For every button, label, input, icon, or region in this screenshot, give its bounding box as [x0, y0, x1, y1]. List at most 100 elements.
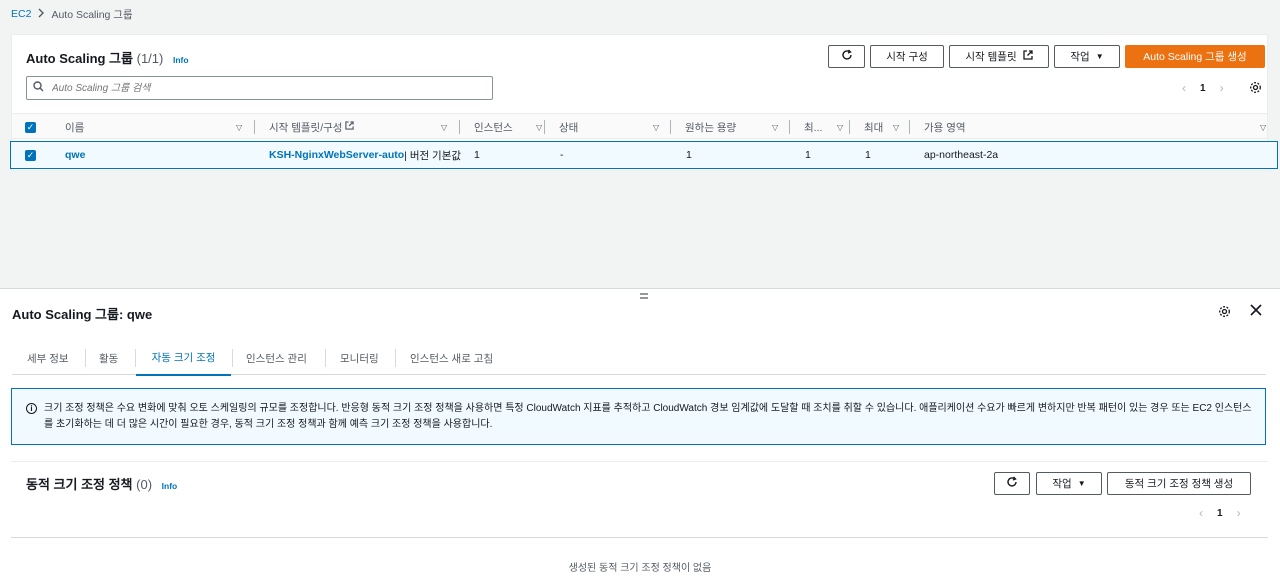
policies-actions-button[interactable]: 작업 ▼ — [1036, 472, 1102, 495]
panel-title: Auto Scaling 그룹 (1/1) Info — [26, 48, 189, 67]
cell-az: ap-northeast-2a — [924, 149, 999, 161]
column-divider — [849, 120, 850, 134]
row-checkbox[interactable]: ✓ — [25, 142, 36, 168]
next-page-icon[interactable]: › — [1220, 81, 1224, 95]
column-divider — [459, 120, 460, 134]
policies-actions-label: 작업 — [1052, 478, 1072, 490]
caret-down-icon: ▼ — [1077, 479, 1086, 488]
launch-configuration-label: 시작 구성 — [886, 51, 928, 63]
search-icon — [33, 81, 44, 95]
column-name-label: 이름 — [65, 121, 85, 134]
empty-state-text: 생성된 동적 크기 조정 정책이 없음 — [568, 563, 712, 574]
info-alert: i 크기 조정 정책은 수요 변화에 맞춰 오토 스케일링의 규모를 조정합니다… — [11, 388, 1266, 445]
launch-template-label: 시작 템플릿 — [965, 51, 1017, 63]
detail-title: Auto Scaling 그룹: qwe — [12, 307, 153, 322]
column-status-label: 상태 — [559, 121, 579, 134]
launch-template-link[interactable]: KSH-NginxWebServer-auto — [269, 149, 404, 161]
caret-down-icon: ▼ — [1095, 52, 1104, 61]
column-az-label: 가용 영역 — [924, 121, 966, 134]
cell-status: - — [560, 149, 564, 161]
sort-icon: ▽ — [236, 122, 243, 132]
column-divider — [789, 120, 790, 134]
sort-icon: ▽ — [536, 122, 543, 132]
group-name-link[interactable]: qwe — [65, 149, 85, 161]
info-link[interactable]: Info — [173, 55, 189, 65]
column-divider — [254, 120, 255, 134]
checkbox-icon: ✓ — [25, 121, 36, 133]
column-instances-label: 인스턴스 — [474, 121, 513, 134]
tab-instance-management[interactable]: 인스턴스 관리 — [246, 341, 307, 375]
column-divider — [544, 120, 545, 134]
tab-divider — [232, 349, 233, 367]
tab-automatic-scaling[interactable]: 자동 크기 조정 — [136, 341, 231, 376]
column-desired-capacity[interactable]: 원하는 용량 ▽ — [685, 114, 795, 140]
prev-page-icon[interactable]: ‹ — [1199, 506, 1203, 520]
actions-label: 작업 — [1070, 51, 1090, 63]
create-dynamic-scaling-policy-button[interactable]: 동적 크기 조정 정책 생성 — [1107, 472, 1251, 495]
cell-desired: 1 — [686, 149, 692, 161]
column-min[interactable]: 최... ▽ — [804, 114, 849, 140]
tab-details[interactable]: 세부 정보 — [27, 341, 69, 375]
create-label: Auto Scaling 그룹 생성 — [1143, 51, 1247, 63]
chevron-right-icon — [37, 8, 45, 21]
refresh-button[interactable] — [994, 472, 1030, 495]
info-link[interactable]: Info — [162, 481, 178, 491]
column-name[interactable]: 이름 ▽ — [65, 114, 245, 140]
sort-icon: ▽ — [653, 122, 660, 132]
page-number[interactable]: 1 — [1200, 83, 1206, 94]
policies-title-text: 동적 크기 조정 정책 — [26, 477, 133, 492]
external-link-icon — [1022, 50, 1033, 63]
column-divider — [909, 120, 910, 134]
detail-tabs: 세부 정보 활동 자동 크기 조정 인스턴스 관리 모니터링 인스턴스 새로 고… — [12, 341, 1266, 376]
create-policy-label: 동적 크기 조정 정책 생성 — [1124, 478, 1234, 490]
policies-title: 동적 크기 조정 정책 (0) Info — [26, 474, 177, 493]
sort-icon: ▽ — [837, 122, 844, 132]
column-instances[interactable]: 인스턴스 ▽ — [474, 114, 544, 140]
detail-pane: Auto Scaling 그룹: qwe 세부 정보 활동 자동 크기 조정 인… — [0, 289, 1280, 580]
gear-icon[interactable] — [1218, 305, 1231, 321]
launch-configuration-button[interactable]: 시작 구성 — [870, 45, 944, 68]
prev-page-icon[interactable]: ‹ — [1182, 81, 1186, 95]
tab-instance-refresh[interactable]: 인스턴스 새로 고침 — [410, 341, 493, 375]
column-launch-template[interactable]: 시작 템플릿/구성 ▽ — [269, 114, 449, 140]
search-input[interactable] — [50, 81, 470, 95]
select-all-checkbox[interactable]: ✓ — [25, 114, 36, 140]
panel-title-text: Auto Scaling 그룹 — [26, 51, 133, 66]
table-header: ✓ 이름 ▽ 시작 템플릿/구성 ▽ 인스턴스 ▽ 상태 ▽ 원하는 용량 ▽ — [12, 113, 1267, 139]
breadcrumb-ec2-link[interactable]: EC2 — [11, 8, 31, 20]
external-link-icon — [345, 121, 355, 133]
close-icon[interactable] — [1250, 303, 1262, 321]
column-status[interactable]: 상태 ▽ — [559, 114, 669, 140]
column-min-label: 최... — [804, 121, 823, 134]
column-availability-zone[interactable]: 가용 영역 ▽ — [924, 114, 1269, 140]
search-field[interactable] — [26, 76, 493, 100]
drag-handle-icon[interactable] — [639, 291, 649, 303]
cell-launch-template: KSH-NginxWebServer-auto | 버전 기본값 — [269, 142, 461, 168]
breadcrumb: EC2 Auto Scaling 그룹 — [11, 7, 133, 21]
cell-max: 1 — [865, 149, 871, 161]
policies-count: (0) — [136, 477, 153, 492]
cell-name[interactable]: qwe — [65, 142, 85, 168]
refresh-button[interactable] — [828, 45, 865, 68]
actions-button[interactable]: 작업 ▼ — [1054, 45, 1120, 68]
panel-title-count: (1/1) — [136, 51, 164, 66]
launch-template-button[interactable]: 시작 템플릿 — [949, 45, 1049, 68]
tab-divider — [395, 349, 396, 367]
cell-instances: 1 — [474, 149, 480, 161]
column-max[interactable]: 최대 ▽ — [864, 114, 909, 140]
tab-activity[interactable]: 활동 — [99, 341, 118, 375]
table-row[interactable]: ✓ qwe KSH-NginxWebServer-auto | 버전 기본값 1… — [10, 141, 1278, 169]
refresh-icon — [1006, 476, 1018, 491]
info-icon: i — [26, 403, 37, 414]
checkbox-icon: ✓ — [25, 149, 36, 161]
sort-icon: ▽ — [772, 122, 779, 132]
create-auto-scaling-group-button[interactable]: Auto Scaling 그룹 생성 — [1125, 45, 1265, 68]
refresh-icon — [841, 49, 853, 64]
pagination: ‹ 1 › — [1199, 506, 1241, 520]
gear-icon[interactable] — [1249, 81, 1262, 97]
page-number[interactable]: 1 — [1217, 508, 1223, 519]
cell-min: 1 — [805, 149, 811, 161]
column-divider — [670, 120, 671, 134]
tab-monitoring[interactable]: 모니터링 — [340, 341, 379, 375]
next-page-icon[interactable]: › — [1237, 506, 1241, 520]
